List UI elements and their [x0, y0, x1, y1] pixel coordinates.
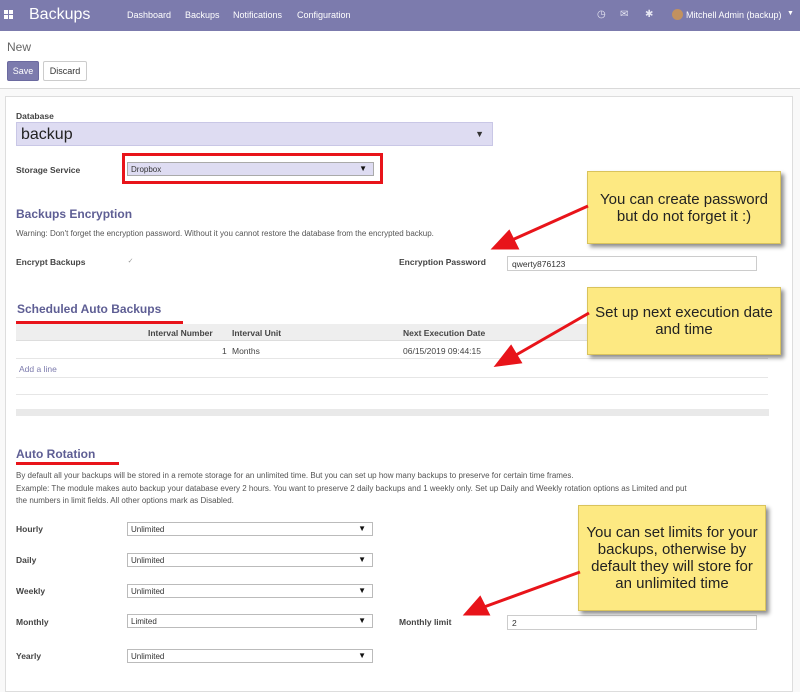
weekly-value: Unlimited	[131, 587, 165, 596]
top-navbar: Backups Dashboard Backups Notifications …	[0, 0, 800, 31]
hourly-select[interactable]: Unlimited ▼	[127, 522, 373, 536]
dropdown-arrow-icon: ▼	[475, 129, 484, 139]
monthly-select[interactable]: Limited ▼	[127, 614, 373, 628]
cell-interval-number: 1	[222, 346, 227, 356]
clock-icon[interactable]: ◷	[597, 9, 606, 20]
encrypt-backups-checkbox[interactable]: ✓	[126, 257, 135, 266]
rotation-example-cont: the numbers in limit fields. All other o…	[16, 496, 234, 505]
bug-icon[interactable]: ✱	[645, 9, 653, 20]
dropdown-arrow-icon: ▼	[358, 651, 366, 660]
app-title: Backups	[29, 6, 91, 23]
section-title-encryption: Backups Encryption	[16, 207, 133, 221]
dropdown-arrow-icon: ▼	[358, 586, 366, 595]
encryption-warning: Warning: Don't forget the encryption pas…	[16, 229, 434, 238]
monthly-limit-label: Monthly limit	[399, 617, 452, 627]
encryption-password-value: qwerty876123	[512, 259, 566, 269]
hourly-value: Unlimited	[131, 525, 165, 534]
hourly-label: Hourly	[16, 524, 43, 534]
chat-icon[interactable]: ✉	[620, 9, 628, 20]
section-title-scheduled: Scheduled Auto Backups	[17, 302, 162, 316]
menu-backups[interactable]: Backups	[185, 10, 220, 20]
callout-password: You can create password but do not forge…	[587, 171, 781, 244]
section-title-rotation: Auto Rotation	[16, 447, 96, 461]
user-name[interactable]: Mitchell Admin (backup)	[686, 10, 782, 20]
monthly-limit-field[interactable]: 2	[507, 615, 757, 630]
column-interval-unit[interactable]: Interval Unit	[232, 328, 281, 338]
daily-label: Daily	[16, 555, 37, 565]
highlight-box	[122, 153, 383, 184]
callout-limits: You can set limits for your backups, oth…	[578, 505, 766, 611]
dropdown-arrow-icon: ▼	[358, 555, 366, 564]
yearly-value: Unlimited	[131, 652, 165, 661]
yearly-label: Yearly	[16, 651, 42, 661]
cell-next-execution-date: 06/15/2019 09:44:15	[403, 346, 481, 356]
weekly-label: Weekly	[16, 586, 46, 596]
dropdown-arrow-icon: ▼	[358, 616, 366, 625]
caret-down-icon[interactable]: ▼	[787, 10, 794, 17]
callout-execution: Set up next execution date and time	[587, 287, 781, 355]
table-divider	[16, 377, 768, 378]
database-label: Database	[16, 111, 54, 121]
avatar[interactable]	[672, 9, 683, 20]
discard-button[interactable]: Discard	[43, 61, 87, 81]
apps-icon[interactable]	[4, 10, 13, 19]
rotation-example: Example: The module makes auto backup yo…	[16, 484, 687, 493]
storage-service-label: Storage Service	[16, 165, 81, 175]
add-line-link[interactable]: Add a line	[19, 364, 57, 374]
encryption-password-label: Encryption Password	[399, 257, 486, 267]
table-divider	[16, 394, 768, 395]
encrypt-backups-label: Encrypt Backups	[16, 257, 86, 267]
menu-dashboard[interactable]: Dashboard	[127, 10, 171, 20]
section-separator	[16, 409, 769, 416]
daily-select[interactable]: Unlimited ▼	[127, 553, 373, 567]
database-select[interactable]: backup ▼	[16, 122, 493, 146]
save-button[interactable]: Save	[7, 61, 39, 81]
column-interval-number[interactable]: Interval Number	[148, 328, 213, 338]
monthly-label: Monthly	[16, 617, 49, 627]
menu-notifications[interactable]: Notifications	[233, 10, 282, 20]
menu-configuration[interactable]: Configuration	[297, 10, 351, 20]
column-next-execution-date[interactable]: Next Execution Date	[403, 328, 485, 338]
monthly-limit-value: 2	[512, 618, 517, 628]
encryption-password-field[interactable]: qwerty876123	[507, 256, 757, 271]
breadcrumb: New	[7, 40, 32, 54]
rotation-description: By default all your backups will be stor…	[16, 471, 574, 480]
monthly-value: Limited	[131, 617, 157, 626]
annotation-underline	[16, 462, 119, 465]
yearly-select[interactable]: Unlimited ▼	[127, 649, 373, 663]
dropdown-arrow-icon: ▼	[358, 524, 366, 533]
database-value: backup	[21, 126, 73, 143]
daily-value: Unlimited	[131, 556, 165, 565]
cell-interval-unit: Months	[232, 346, 260, 356]
weekly-select[interactable]: Unlimited ▼	[127, 584, 373, 598]
